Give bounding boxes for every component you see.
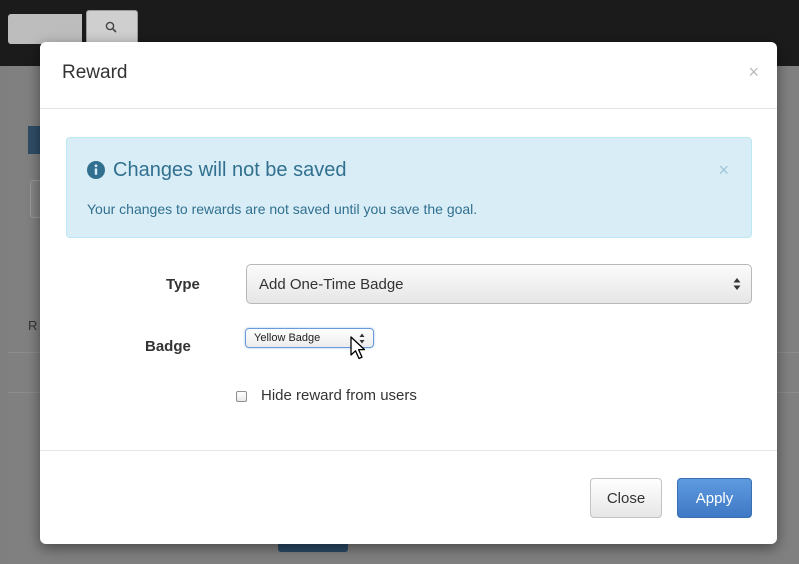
unsaved-changes-alert: Changes will not be saved Your changes t…: [66, 137, 752, 238]
modal-header: Reward ×: [40, 42, 777, 109]
background-search-input: [8, 14, 82, 44]
type-select-value: Add One-Time Badge: [259, 276, 404, 293]
alert-message: Your changes to rewards are not saved un…: [87, 201, 478, 217]
modal-close-icon[interactable]: ×: [748, 62, 759, 82]
select-arrows-icon: [733, 278, 741, 290]
close-button[interactable]: Close: [590, 478, 662, 518]
alert-title: Changes will not be saved: [113, 159, 347, 181]
modal-title: Reward: [62, 62, 128, 83]
modal-footer: [40, 450, 777, 545]
alert-close-icon[interactable]: ×: [718, 160, 729, 181]
search-icon: [105, 21, 117, 33]
hide-reward-label[interactable]: Hide reward from users: [261, 387, 417, 404]
info-circle-icon: [87, 161, 105, 179]
mouse-cursor-icon: [350, 336, 366, 360]
hide-reward-checkbox[interactable]: [236, 391, 247, 402]
badge-select-value: Yellow Badge: [254, 332, 321, 344]
apply-button[interactable]: Apply: [677, 478, 752, 518]
background-search-button: [86, 10, 138, 46]
background-partial-label: R: [28, 318, 38, 333]
reward-modal: Reward × Changes will not be saved Your …: [40, 42, 777, 544]
type-select[interactable]: Add One-Time Badge: [246, 264, 752, 304]
type-label: Type: [166, 276, 200, 293]
badge-label: Badge: [145, 338, 191, 355]
